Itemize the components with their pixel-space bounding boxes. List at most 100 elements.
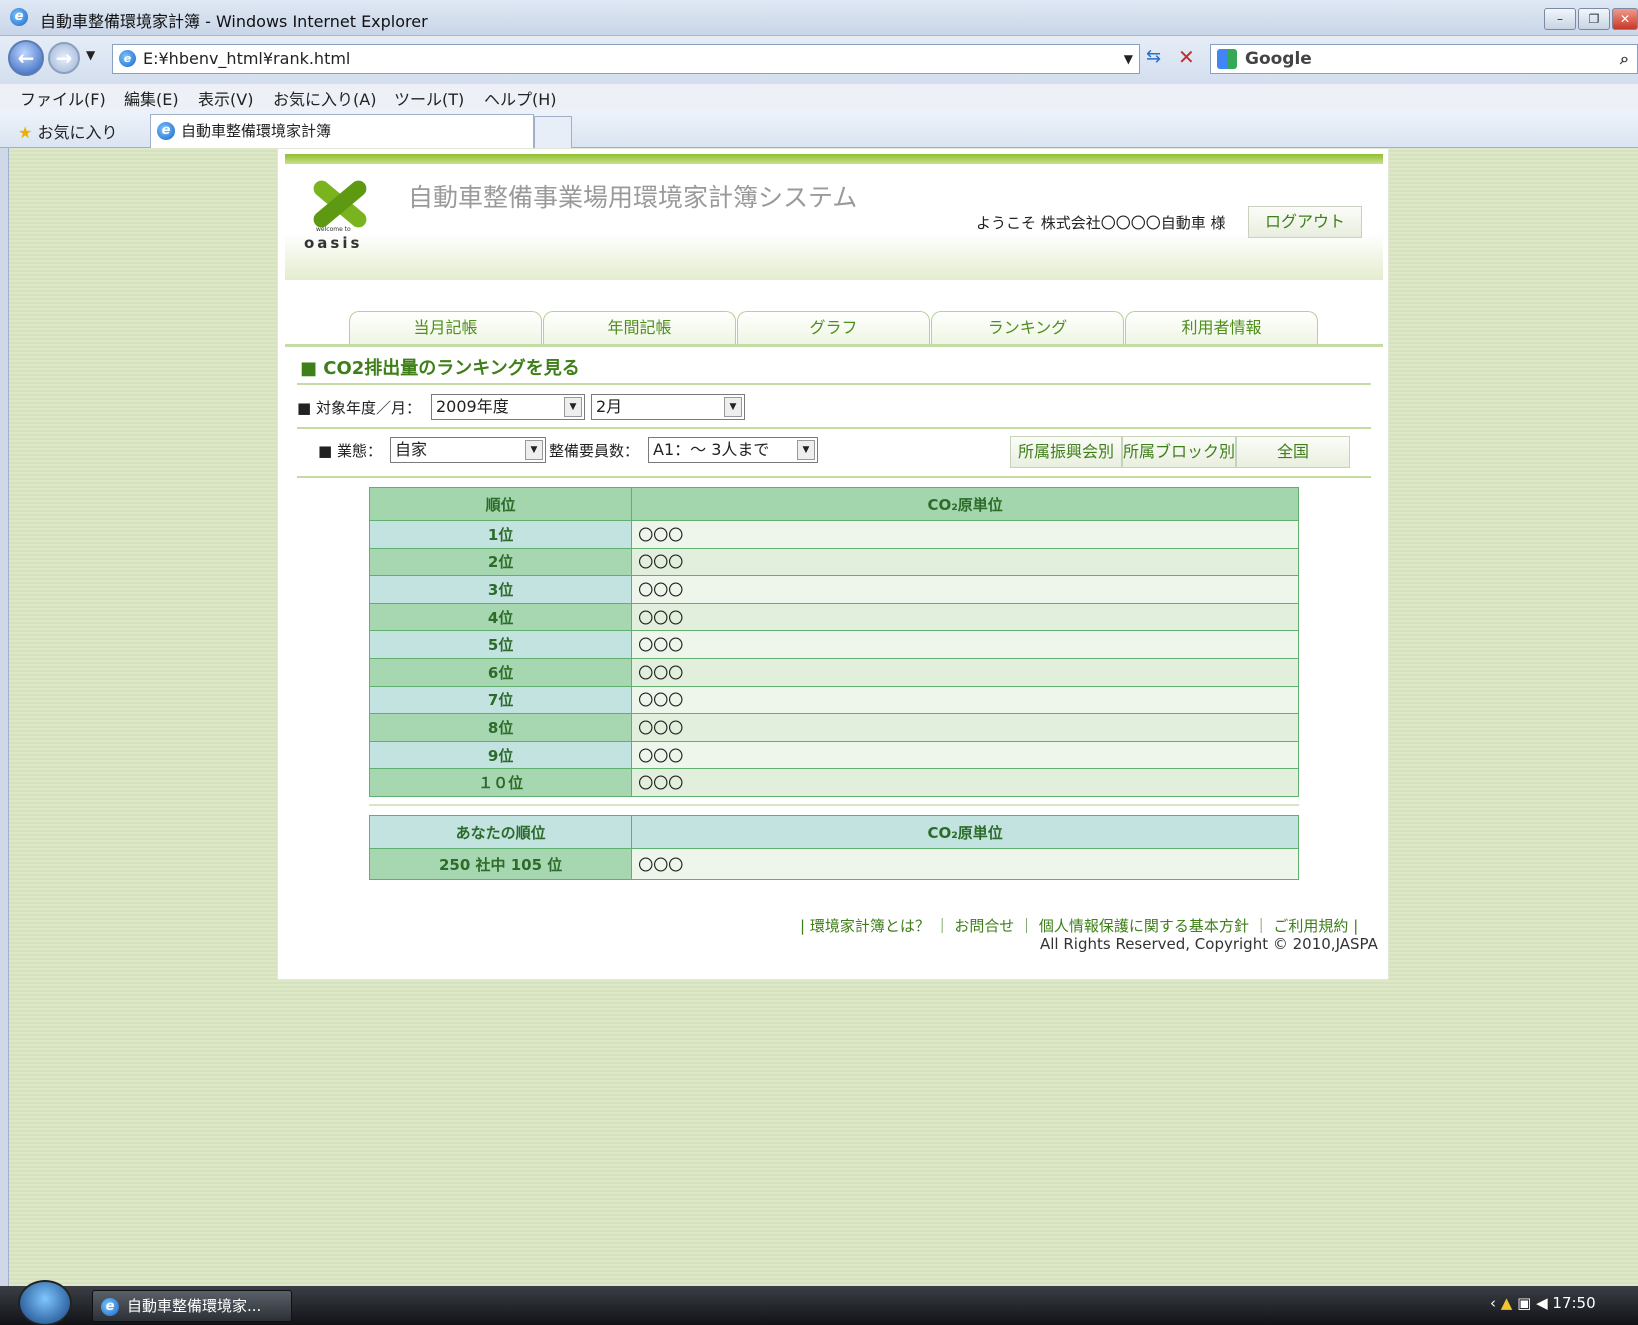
tray-arrow-icon[interactable]: ‹	[1490, 1294, 1496, 1312]
oasis-logo[interactable]: welcome to oasis	[300, 172, 376, 252]
start-button[interactable]	[18, 1280, 72, 1325]
chevron-down-icon: ▼	[724, 397, 742, 417]
taskbar-ie-icon: e	[101, 1298, 119, 1316]
divider	[297, 383, 1371, 385]
tab-ranking[interactable]: ランキング	[931, 311, 1124, 345]
google-icon	[1217, 49, 1237, 69]
value-cell: 〇〇〇	[631, 547, 1299, 577]
warning-icon[interactable]: ▲	[1501, 1294, 1513, 1312]
clock[interactable]: 17:50	[1552, 1294, 1595, 1312]
divider	[297, 476, 1371, 478]
search-icon[interactable]: ⌕	[1620, 45, 1629, 73]
taskbar-item-label: 自動車整備環境家...	[127, 1297, 262, 1315]
menu-favorites[interactable]: お気に入り(A)	[273, 86, 376, 110]
block-button[interactable]: 所属ブロック別	[1122, 436, 1236, 468]
stop-icon[interactable]: ✕	[1178, 45, 1195, 69]
favorites-bar: ★ お気に入り e 自動車整備環境家計簿	[0, 110, 1638, 148]
your-rank-header: あなたの順位	[368, 815, 633, 849]
value-cell: 〇〇〇	[631, 657, 1299, 687]
rank-cell: 6位	[368, 657, 633, 687]
staff-value: A1：～ 3人まで	[653, 440, 770, 459]
close-window-button[interactable]: ✕	[1612, 8, 1638, 30]
tab-graph[interactable]: グラフ	[737, 311, 930, 345]
back-button[interactable]: ←	[8, 40, 44, 76]
menu-view[interactable]: 表示(V)	[198, 86, 253, 110]
staff-select[interactable]: A1：～ 3人まで ▼	[648, 437, 818, 463]
logo-text: oasis	[304, 234, 363, 252]
star-icon: ★	[18, 123, 33, 142]
rank-cell: 4位	[368, 602, 633, 632]
staff-label: 整備要員数：	[549, 442, 640, 460]
rank-cell: １０位	[368, 768, 633, 797]
menu-help[interactable]: ヘルプ(H)	[484, 86, 557, 110]
rank-cell: 7位	[368, 685, 633, 715]
value-cell: 〇〇〇	[631, 713, 1299, 742]
chevron-down-icon: ▼	[797, 440, 815, 460]
value-cell: 〇〇〇	[631, 740, 1299, 770]
table-row: 4位 〇〇〇	[368, 602, 1299, 632]
address-text: E:¥hbenv_html¥rank.html	[143, 49, 351, 68]
address-dropdown-icon[interactable]: ▼	[1124, 45, 1133, 73]
tab-title: 自動車整備環境家計簿	[181, 122, 332, 140]
tab-ie-icon: e	[157, 122, 175, 140]
minimize-button[interactable]: –	[1544, 8, 1576, 30]
menu-edit[interactable]: 編集(E)	[124, 86, 179, 110]
rank-cell: 2位	[368, 547, 633, 577]
month-value: 2月	[596, 397, 623, 416]
page-icon: e	[119, 50, 136, 67]
value-cell: 〇〇〇	[631, 630, 1299, 659]
value-cell: 〇〇〇	[631, 602, 1299, 632]
new-tab-button[interactable]	[534, 116, 572, 148]
period-label: ■ 対象年度／月：	[297, 399, 421, 417]
search-box[interactable]: Google ⌕	[1210, 44, 1638, 74]
system-tray: ‹ ▲ ▣ ◀ 17:50	[1490, 1294, 1596, 1312]
address-bar[interactable]: e E:¥hbenv_html¥rank.html ▼	[112, 44, 1140, 74]
menu-bar: ファイル(F) 編集(E) 表示(V) お気に入り(A) ツール(T) ヘルプ(…	[0, 84, 1638, 110]
value-cell: 〇〇〇	[631, 575, 1299, 604]
business-value: 自家	[395, 440, 428, 459]
month-select[interactable]: 2月 ▼	[591, 394, 745, 420]
copyright: All Rights Reserved, Copyright © 2010,JA…	[1040, 935, 1378, 953]
chevron-down-icon: ▼	[525, 440, 543, 460]
recent-pages-dropdown-icon[interactable]: ▼	[86, 48, 95, 62]
your-rank-table: あなたの順位 CO₂原単位 250 社中 105 位〇〇〇	[368, 815, 1299, 880]
window-title: 自動車整備環境家計簿 - Windows Internet Explorer	[40, 12, 428, 31]
business-select[interactable]: 自家 ▼	[390, 437, 546, 463]
col-rank-header: 順位	[368, 487, 633, 521]
rank-cell: 5位	[368, 630, 633, 659]
association-button[interactable]: 所属振興会別	[1010, 436, 1122, 468]
forward-button[interactable]: →	[48, 42, 80, 74]
table-row: 8位 〇〇〇	[368, 713, 1299, 742]
nationwide-button[interactable]: 全国	[1236, 436, 1350, 468]
logout-button[interactable]: ログアウト	[1248, 206, 1362, 238]
menu-file[interactable]: ファイル(F)	[20, 86, 106, 110]
table-row: 250 社中 105 位〇〇〇	[368, 848, 1299, 880]
rank-cell: 1位	[368, 520, 633, 549]
tab-annual-entry[interactable]: 年間記帳	[543, 311, 736, 345]
browser-navbar: ← → ▼ e E:¥hbenv_html¥rank.html ▼ ⇆ ✕ Go…	[0, 36, 1638, 84]
table-row: 9位 〇〇〇	[368, 740, 1299, 770]
tab-monthly-entry[interactable]: 当月記帳	[349, 311, 542, 345]
year-select[interactable]: 2009年度 ▼	[431, 394, 585, 420]
table-row: １０位 〇〇〇	[368, 768, 1299, 797]
restore-button[interactable]: ❐	[1578, 8, 1610, 30]
your-value-cell: 〇〇〇	[631, 848, 1299, 880]
taskbar-item[interactable]: e 自動車整備環境家...	[92, 1290, 292, 1322]
value-cell: 〇〇〇	[631, 768, 1299, 797]
header-stripe	[285, 154, 1383, 164]
refresh-icon[interactable]: ⇆	[1146, 46, 1161, 67]
menu-tools[interactable]: ツール(T)	[394, 86, 464, 110]
divider	[297, 427, 1371, 429]
chevron-down-icon: ▼	[564, 397, 582, 417]
rank-cell: 9位	[368, 740, 633, 770]
network-icon[interactable]: ▣	[1517, 1294, 1531, 1312]
your-rank-cell: 250 社中 105 位	[368, 848, 633, 880]
table-row: 7位 〇〇〇	[368, 685, 1299, 715]
browser-tab[interactable]: e 自動車整備環境家計簿	[150, 114, 534, 148]
tab-user-info[interactable]: 利用者情報	[1125, 311, 1318, 345]
footer-links[interactable]: | 環境家計簿とは？ ｜ お問合せ ｜ 個人情報保護に関する基本方針 ｜ ご利用…	[800, 915, 1358, 936]
volume-icon[interactable]: ◀	[1536, 1294, 1548, 1312]
favorites-button[interactable]: ★ お気に入り	[18, 119, 117, 143]
table-row: 2位 〇〇〇	[368, 547, 1299, 577]
table-row: 3位 〇〇〇	[368, 575, 1299, 604]
